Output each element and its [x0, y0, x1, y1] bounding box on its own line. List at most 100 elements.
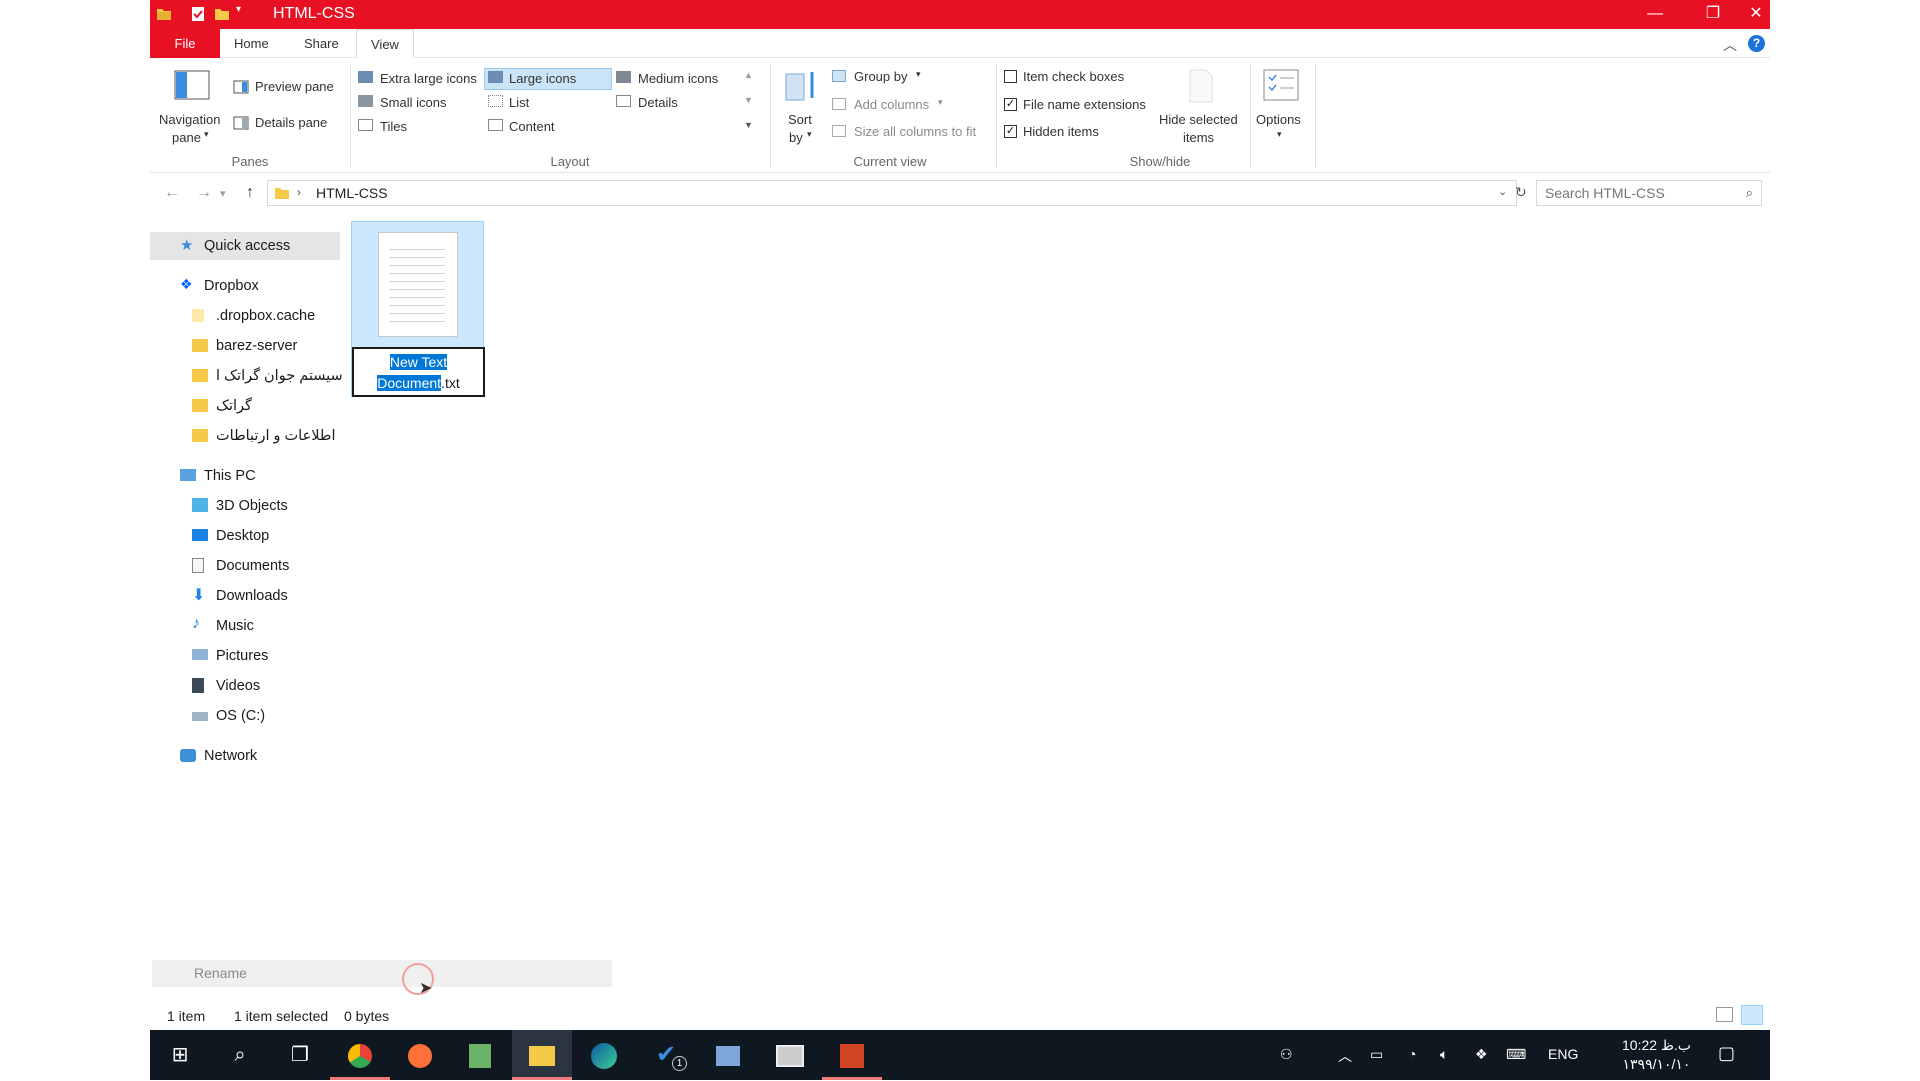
file-list-area[interactable]: New Text Document.txt — [343, 215, 1763, 955]
synced-folder-icon — [192, 339, 208, 352]
collapse-ribbon-icon[interactable]: ︿ — [1723, 35, 1737, 55]
battery-icon[interactable]: ▭ — [1370, 1046, 1383, 1063]
details-view-icon[interactable] — [1716, 1007, 1733, 1022]
language-indicator[interactable]: ENG — [1548, 1046, 1578, 1062]
tab-view[interactable]: View — [356, 29, 414, 58]
layout-small-icons[interactable]: Small icons — [380, 95, 446, 110]
recent-locations-icon[interactable]: ▾ — [220, 187, 226, 200]
file-item-new-text-document[interactable]: New Text Document.txt — [351, 221, 485, 397]
layout-medium-icons[interactable]: Medium icons — [638, 71, 718, 86]
wifi-icon[interactable]: ◔ — [1408, 1046, 1416, 1062]
large-icons-view-icon[interactable] — [1741, 1005, 1763, 1025]
group-by-icon — [832, 70, 846, 82]
ribbon-tabs: File Home Share View ︿ ? — [150, 29, 1770, 58]
options-icon — [1263, 69, 1299, 101]
ribbon-separator — [1250, 64, 1251, 168]
minimize-button[interactable]: — — [1626, 0, 1684, 29]
left-margin — [0, 0, 150, 1080]
clock-time: 10:22 ب.ظ — [1622, 1037, 1691, 1053]
download-icon: ⬇ — [192, 587, 206, 604]
chevron-down-icon: ▾ — [204, 129, 209, 139]
music-icon: ♪ — [192, 615, 200, 632]
refresh-icon[interactable]: ↻ — [1515, 184, 1527, 201]
powerpoint-taskbar-button[interactable] — [822, 1030, 882, 1080]
search-button[interactable]: ⌕ — [210, 1030, 270, 1080]
desktop-icon — [192, 529, 208, 541]
notepad-taskbar-button[interactable] — [450, 1030, 510, 1080]
close-button[interactable]: ✕ — [1742, 0, 1770, 29]
layout-extra-large-icons[interactable]: Extra large icons — [380, 71, 477, 86]
show-hide-group-label: Show/hide — [1129, 154, 1191, 169]
up-arrow-icon[interactable]: ↑ — [246, 184, 254, 202]
keyboard-icon[interactable]: ⌨ — [1506, 1046, 1526, 1063]
start-button[interactable]: ⊞ — [150, 1030, 210, 1080]
nav-label: This PC — [204, 468, 256, 484]
people-icon[interactable]: ⚇ — [1280, 1046, 1293, 1063]
selection-count: 1 item selected — [234, 1008, 329, 1024]
maximize-button[interactable]: ❐ — [1684, 0, 1742, 29]
back-arrow-icon[interactable]: ← — [164, 184, 180, 202]
breadcrumb-chevron-icon: › — [297, 185, 301, 199]
selection-size: 0 bytes — [344, 1008, 390, 1024]
nav-label: سیستم جوان گراتک ا — [216, 368, 343, 384]
close-icon: ✕ — [1749, 5, 1763, 22]
new-folder-icon[interactable] — [214, 6, 230, 22]
search-input[interactable]: Search HTML-CSS ⌕ — [1536, 180, 1762, 206]
clock[interactable]: 10:22 ب.ظ ۱۳۹۹/۱۰/۱۰ — [1622, 1036, 1691, 1074]
dropbox-tray-icon[interactable]: ❖ — [1475, 1046, 1488, 1063]
details-pane-label: Details pane — [255, 115, 328, 130]
todo-taskbar-button[interactable]: ✔ 1 — [636, 1030, 696, 1080]
volume-icon[interactable]: 🔈︎ — [1440, 1046, 1448, 1063]
nav-label: Downloads — [216, 588, 288, 604]
task-view-button[interactable]: ❐ — [270, 1030, 330, 1080]
address-bar[interactable] — [267, 180, 1517, 206]
notifications-icon[interactable]: ▢ — [1718, 1043, 1735, 1064]
tab-home[interactable]: Home — [220, 29, 283, 58]
layout-large-icons[interactable]: Large icons — [509, 71, 576, 86]
layout-content[interactable]: Content — [509, 119, 555, 134]
properties-icon[interactable] — [190, 6, 206, 22]
filename-selected-text: New Text — [389, 354, 448, 370]
chevron-down-icon: ▾ — [916, 69, 921, 79]
item-check-boxes-checkbox[interactable] — [1004, 70, 1017, 83]
help-icon[interactable]: ? — [1748, 35, 1765, 52]
breadcrumb-html-css[interactable]: HTML-CSS — [316, 185, 388, 201]
tab-share[interactable]: Share — [290, 29, 353, 58]
size-all-columns-button[interactable]: Size all columns to fit — [854, 124, 976, 139]
forward-arrow-icon[interactable]: → — [196, 184, 212, 202]
computer-icon — [180, 469, 196, 481]
nav-label: OS (C:) — [216, 708, 266, 724]
add-columns-button[interactable]: Add columns — [854, 97, 929, 112]
panes-group-label: Panes — [231, 154, 269, 169]
hidden-items-label: Hidden items — [1023, 124, 1099, 139]
file-name-extensions-checkbox[interactable]: ✓ — [1004, 98, 1017, 111]
folder-icon — [275, 188, 289, 199]
layout-tiles[interactable]: Tiles — [380, 119, 407, 134]
network-icon — [180, 749, 196, 762]
clock-date: ۱۳۹۹/۱۰/۱۰ — [1622, 1056, 1691, 1072]
address-history-icon[interactable]: ⌄ — [1498, 185, 1507, 198]
chrome-icon — [348, 1043, 372, 1068]
customize-quick-access-icon[interactable]: ▾ — [236, 4, 252, 20]
tab-file[interactable]: File — [150, 29, 220, 58]
preview-pane-icon — [233, 80, 249, 94]
star-icon: ★ — [180, 237, 194, 254]
layout-scroll-down-icon[interactable]: ▼ — [744, 95, 753, 105]
rename-input[interactable]: New Text Document.txt — [352, 347, 485, 397]
pictures-icon — [192, 649, 208, 660]
layout-scroll-up-icon[interactable]: ▲ — [744, 70, 753, 80]
hide-selected-items-icon — [1189, 69, 1213, 103]
hidden-items-checkbox[interactable]: ✓ — [1004, 125, 1017, 138]
edge-taskbar-button[interactable] — [574, 1030, 634, 1080]
layout-more-icon[interactable]: ▼ — [744, 120, 753, 130]
media-taskbar-button[interactable] — [760, 1030, 820, 1080]
group-by-button[interactable]: Group by — [854, 69, 907, 84]
navigation-pane-label: Navigation — [159, 112, 221, 127]
show-hidden-icons-chevron-icon[interactable]: ︿ — [1338, 1046, 1352, 1066]
firefox-taskbar-button[interactable] — [390, 1030, 450, 1080]
remote-desktop-taskbar-button[interactable] — [698, 1030, 758, 1080]
chrome-taskbar-button[interactable] — [330, 1030, 390, 1080]
layout-list[interactable]: List — [509, 95, 529, 110]
file-explorer-taskbar-button[interactable] — [512, 1030, 572, 1080]
layout-details[interactable]: Details — [638, 95, 678, 110]
